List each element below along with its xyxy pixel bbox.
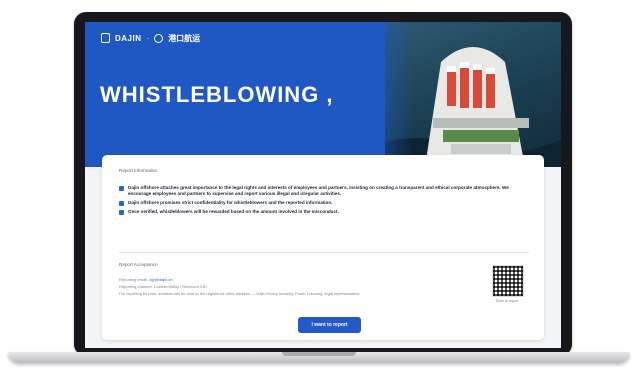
- pile-cylinder-band: [460, 62, 469, 68]
- pile-cylinder-band: [486, 68, 495, 74]
- content-card: Report Information Dajin offshore attach…: [102, 155, 544, 340]
- brand-separator: ·: [146, 33, 150, 43]
- bullet-icon: [119, 210, 124, 215]
- info-bullet-list: Dajin offshore attaches great importance…: [119, 185, 531, 218]
- qr-caption: Scan to report: [495, 299, 519, 303]
- pile-cylinder-band: [473, 64, 482, 70]
- section-title-contact: Report Acceptance: [119, 262, 158, 267]
- bullet-text: Dajin offshore promises strict confident…: [128, 200, 333, 205]
- pile-cylinder-band: [447, 66, 456, 72]
- qr-code: [492, 265, 524, 297]
- section-title-report-info: Report Information: [119, 168, 158, 173]
- partner-logo-icon: [154, 33, 164, 43]
- bullet-icon: [119, 186, 124, 191]
- deck-structure: [451, 144, 511, 154]
- note-line: For reporting by post, address can be se…: [119, 291, 361, 296]
- list-item: Dajin offshore promises strict confident…: [119, 200, 531, 206]
- dajin-logo-icon: [101, 33, 110, 43]
- page-title: WHISTLEBLOWING ,: [100, 82, 334, 107]
- bullet-text: Once verified, whistleblowers will be re…: [128, 209, 339, 214]
- browser-screen: DAJIN · 港口航运 WHISTLEBLOWING , Report Inf…: [85, 22, 561, 348]
- contact-details: Reporting email: zgr@dajin.cn Reporting …: [119, 277, 489, 298]
- list-item: Once verified, whistleblowers will be re…: [119, 209, 531, 215]
- brand-logo[interactable]: DAJIN · 港口航运: [101, 31, 200, 45]
- hours-line: Reporting channel: Confidentiality / Rec…: [119, 284, 207, 289]
- bullet-text: Dajin offshore attaches great importance…: [128, 185, 509, 196]
- list-item: Dajin offshore attaches great importance…: [119, 185, 531, 197]
- deck-structure: [433, 118, 529, 128]
- email-label: Reporting email:: [119, 277, 149, 282]
- section-divider: [119, 252, 529, 253]
- bullet-icon: [119, 201, 124, 206]
- laptop-notch: [282, 352, 356, 356]
- pile-cylinder: [473, 64, 482, 108]
- hero-gradient: [353, 22, 413, 167]
- partner-name: 港口航运: [168, 33, 201, 43]
- deck-structure: [443, 130, 519, 142]
- email-link[interactable]: zgr@dajin.cn: [149, 277, 172, 282]
- report-button[interactable]: I want to report: [298, 317, 361, 333]
- email-line: Reporting email: zgr@dajin.cn: [119, 277, 489, 282]
- hero-banner: DAJIN · 港口航运 WHISTLEBLOWING ,: [85, 22, 561, 167]
- brand-name: DAJIN: [115, 33, 142, 43]
- pile-cylinder: [460, 62, 469, 108]
